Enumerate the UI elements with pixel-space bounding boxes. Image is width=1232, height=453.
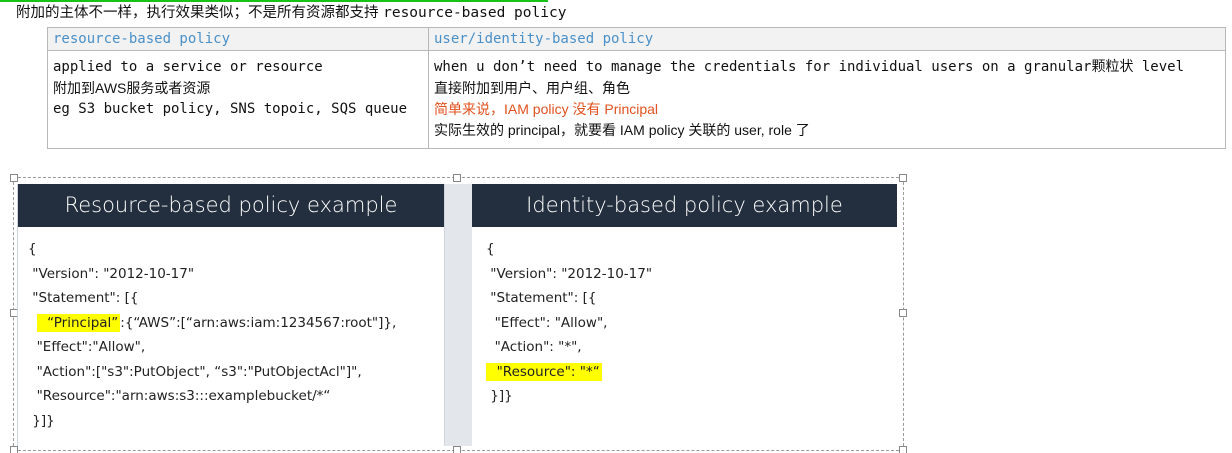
cell-line: 实际生效的 principal，就要看 IAM policy 关联的 user,… (434, 122, 810, 138)
resource-policy-title: Resource-based policy example (18, 184, 444, 227)
resize-handle[interactable] (453, 446, 461, 453)
table-header-row: resource-based policy user/identity-base… (47, 27, 1226, 51)
code-line: "Effect": "Allow", (486, 314, 608, 331)
resize-handle[interactable] (899, 446, 907, 453)
code-line: "Action":["s3":PutObject", “s3":"PutObje… (28, 363, 362, 380)
code-line: "Version": "2012-10-17" (28, 265, 195, 282)
principal-highlight: “Principal” (36, 313, 121, 332)
page: 附加的主体不一样，执行效果类似；不是所有资源都支持 resource-based… (0, 0, 1232, 453)
intro-suffix: resource-based policy (383, 5, 567, 21)
table-row: applied to a service or resource 附加到AWS服… (47, 50, 1226, 149)
cell-line: 附加到AWS服务或者资源 (53, 80, 211, 96)
resize-handle[interactable] (453, 174, 461, 182)
resize-handle[interactable] (899, 309, 907, 317)
cell-line: applied to a service or resource (53, 59, 323, 75)
identity-cell: when u don’t need to manage the credenti… (428, 50, 1226, 149)
resource-policy-code: { "Version": "2012-10-17" "Statement": [… (18, 227, 444, 433)
code-line-resource: "Resource": "*“ (486, 360, 897, 385)
resource-highlight: "Resource": "*“ (486, 362, 602, 381)
selection-bar (0, 0, 548, 2)
table-header-identity: user/identity-based policy (428, 27, 1226, 51)
intro-text: 附加的主体不一样，执行效果类似；不是所有资源都支持 resource-based… (16, 4, 566, 22)
identity-policy-panel: Identity-based policy example { "Version… (472, 184, 897, 446)
code-line: }]} (28, 412, 55, 429)
panel-divider (443, 184, 472, 446)
resource-policy-panel: Resource-based policy example { "Version… (17, 184, 445, 446)
code-line: }]} (486, 388, 513, 404)
resource-cell: applied to a service or resource 附加到AWS服… (47, 50, 429, 149)
comparison-table: resource-based policy user/identity-base… (47, 27, 1226, 149)
resize-handle[interactable] (10, 174, 18, 182)
cell-line: eg S3 bucket policy, SNS topoic, SQS que… (53, 101, 408, 117)
code-line: "Statement": [{ (28, 290, 139, 306)
cell-line-highlight: 简单来说，IAM policy 没有 Principal (434, 101, 659, 117)
code-line-principal: “Principal”:{“AWS”:[“arn:aws:iam:1234567… (28, 311, 444, 336)
code-line: "Resource":"arn:aws:s3:::examplebucket/*… (28, 388, 331, 404)
cell-line: 直接附加到用户、用户组、角色 (434, 80, 630, 96)
code-line: { (486, 241, 495, 257)
cell-line: when u don’t need to manage the credenti… (434, 59, 1185, 75)
code-line: "Statement": [{ (486, 290, 597, 306)
identity-policy-code: { "Version": "2012-10-17" "Statement": [… (472, 227, 897, 409)
identity-policy-title: Identity-based policy example (472, 184, 897, 227)
code-line: { (28, 241, 37, 257)
intro-prefix: 附加的主体不一样，执行效果类似；不是所有资源都支持 (16, 5, 384, 21)
resize-handle[interactable] (899, 174, 907, 182)
code-line: "Action": "*", (486, 339, 582, 355)
code-line: "Effect":"Allow", (28, 339, 146, 355)
code-line: "Version": "2012-10-17" (486, 265, 653, 282)
resize-handle[interactable] (10, 446, 18, 453)
principal-value: :{“AWS”:[“arn:aws:iam:1234567:root"]}, (120, 314, 397, 331)
table-header-resource: resource-based policy (47, 27, 429, 51)
